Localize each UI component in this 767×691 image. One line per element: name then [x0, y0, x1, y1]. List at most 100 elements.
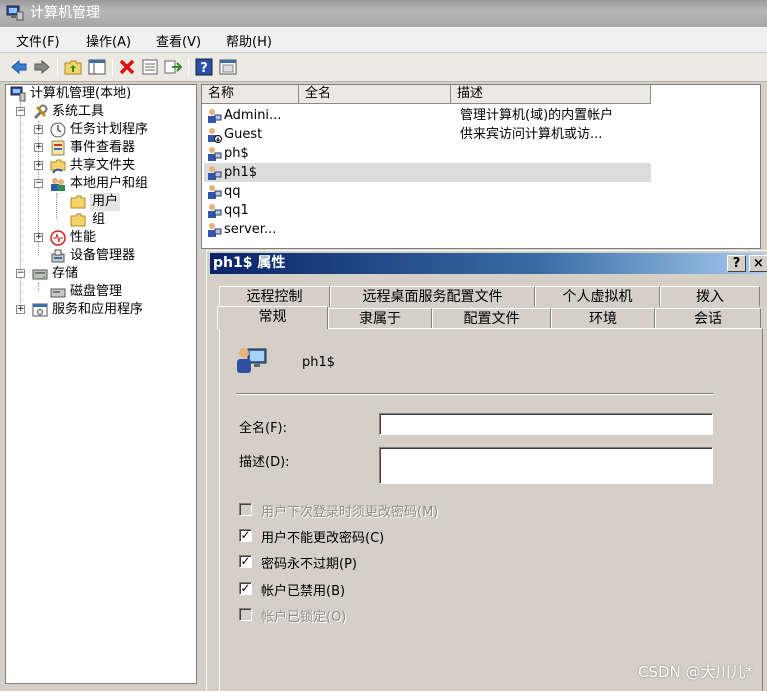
- user-icon: [208, 166, 222, 180]
- computer-management-icon: [6, 5, 24, 21]
- tree-item-event-viewer[interactable]: + 事件查看器: [8, 139, 188, 157]
- properties-icon[interactable]: [141, 58, 159, 76]
- list-item[interactable]: Admini... 管理计算机(域)的内置帐户: [204, 106, 651, 125]
- checkbox[interactable]: [239, 503, 252, 516]
- collapse-toggle[interactable]: −: [16, 107, 25, 116]
- checkbox[interactable]: ✓: [239, 529, 252, 542]
- tab-general[interactable]: 常规: [217, 306, 328, 329]
- tree-label-performance: 性能: [70, 230, 97, 245]
- username-label: ph1$: [302, 355, 336, 370]
- tree-item-groups[interactable]: 组: [8, 211, 188, 229]
- export-icon[interactable]: [164, 58, 182, 76]
- list-item[interactable]: server...: [204, 220, 651, 239]
- help-button[interactable]: ?: [727, 255, 746, 272]
- tree-item-task-scheduler[interactable]: + 任务计划程序: [8, 121, 188, 139]
- expand-toggle[interactable]: +: [34, 143, 43, 152]
- tree-item-services-apps[interactable]: + 服务和应用程序: [8, 301, 188, 319]
- close-button[interactable]: ×: [749, 255, 767, 272]
- tab-panel-general: ph1$ 全名(F): 描述(D): 用户下次登录时须更改密码(M) ✓ 用户不…: [219, 328, 763, 691]
- tab-personal-vm[interactable]: 个人虚拟机: [535, 286, 660, 307]
- list-item[interactable]: qq: [204, 182, 651, 201]
- checkbox-account-disabled[interactable]: ✓ 帐户已禁用(B): [239, 580, 659, 599]
- clock-icon: [50, 122, 66, 138]
- collapse-toggle[interactable]: −: [34, 179, 43, 188]
- checkbox[interactable]: [239, 608, 252, 621]
- menu-file[interactable]: 文件(F): [16, 31, 60, 50]
- list-item[interactable]: qq1: [204, 201, 651, 220]
- divider: [236, 393, 713, 395]
- checkbox-must-change-password[interactable]: 用户下次登录时须更改密码(M): [239, 501, 659, 520]
- checkbox-password-never-expires[interactable]: ✓ 密码永不过期(P): [239, 553, 659, 572]
- list-item[interactable]: ph$: [204, 144, 651, 163]
- collapse-toggle[interactable]: −: [16, 269, 25, 278]
- checkbox-account-locked[interactable]: 帐户已锁定(O): [239, 606, 659, 625]
- checkbox-label: 用户下次登录时须更改密码(M): [261, 505, 439, 520]
- tab-profile[interactable]: 配置文件: [432, 308, 551, 329]
- folder-icon: [70, 195, 86, 209]
- tree-item-storage[interactable]: − 存储: [8, 265, 188, 283]
- menu-action[interactable]: 操作(A): [86, 31, 131, 50]
- list-item-name: ph$: [224, 146, 249, 161]
- delete-icon[interactable]: [118, 58, 136, 76]
- list-item-name: Admini...: [224, 108, 282, 123]
- tree-label-device-manager: 设备管理器: [70, 248, 136, 263]
- show-hide-tree-icon[interactable]: [88, 58, 106, 76]
- list-item[interactable]: Guest 供来宾访问计算机或访...: [204, 125, 651, 144]
- menu-help[interactable]: 帮助(H): [226, 31, 272, 50]
- tree-label-users: 用户: [90, 193, 121, 211]
- back-icon[interactable]: [10, 58, 28, 76]
- toolbar: ?: [0, 53, 767, 82]
- tree-item-disk-management[interactable]: 磁盘管理: [8, 283, 188, 301]
- list-item-name: ph1$: [224, 165, 258, 180]
- tree-item-local-users-groups[interactable]: − 本地用户和组: [8, 175, 188, 193]
- menu-view[interactable]: 查看(V): [156, 31, 201, 50]
- help-icon[interactable]: ?: [195, 58, 213, 76]
- dialog-title: ph1$ 属性: [213, 255, 286, 271]
- tree-label-system-tools: 系统工具: [52, 104, 105, 119]
- tree-item-shared-folders[interactable]: + 共享文件夹: [8, 157, 188, 175]
- column-header-fullname[interactable]: 全名: [299, 85, 451, 104]
- column-header-description[interactable]: 描述: [451, 85, 651, 104]
- up-folder-icon[interactable]: [64, 58, 82, 76]
- tree-item-system-tools[interactable]: − 系统工具: [8, 103, 188, 121]
- list-item-name: qq: [224, 184, 241, 199]
- user-icon: [208, 223, 222, 237]
- expand-toggle[interactable]: +: [34, 161, 43, 170]
- expand-toggle[interactable]: +: [16, 305, 25, 314]
- user-icon: [237, 348, 267, 373]
- description-input[interactable]: [379, 447, 713, 484]
- user-icon: [208, 185, 222, 199]
- checkbox-label: 帐户已禁用(B): [261, 584, 346, 599]
- expand-toggle[interactable]: +: [34, 125, 43, 134]
- column-header-name[interactable]: 名称: [202, 85, 299, 104]
- dialog-title-bar[interactable]: ph1$ 属性 ? ×: [210, 253, 767, 274]
- checkbox-cannot-change-password[interactable]: ✓ 用户不能更改密码(C): [239, 527, 659, 546]
- performance-icon: [50, 230, 66, 246]
- tree-item-performance[interactable]: + 性能: [8, 229, 188, 247]
- tree-item-users[interactable]: 用户: [8, 193, 188, 211]
- tree-label-services-apps: 服务和应用程序: [52, 302, 144, 317]
- console-tree: 计算机管理(本地) − 系统工具 + 任务计划程序 + 事件查看器 + 共享文件…: [5, 84, 197, 684]
- list-item-selected[interactable]: ph1$: [204, 163, 651, 182]
- expand-toggle[interactable]: +: [34, 233, 43, 242]
- checkbox[interactable]: ✓: [239, 582, 252, 595]
- tab-member-of[interactable]: 隶属于: [328, 308, 432, 329]
- tree-label-disk-management: 磁盘管理: [70, 284, 123, 299]
- tree-label-task-scheduler: 任务计划程序: [70, 122, 149, 137]
- user-icon: [208, 109, 222, 123]
- fullname-input[interactable]: [379, 413, 713, 435]
- tab-remote-control[interactable]: 远程控制: [219, 286, 330, 307]
- tab-environment[interactable]: 环境: [551, 308, 655, 329]
- forward-icon[interactable]: [33, 58, 51, 76]
- checkbox[interactable]: ✓: [239, 555, 252, 568]
- tree-item-device-manager[interactable]: 设备管理器: [8, 247, 188, 265]
- tab-sessions[interactable]: 会话: [655, 308, 761, 329]
- shared-folder-icon: [50, 159, 66, 174]
- window-title-bar: 计算机管理: [0, 0, 767, 27]
- checkbox-label: 密码永不过期(P): [261, 557, 357, 572]
- disk-icon: [50, 288, 66, 298]
- storage-icon: [32, 269, 48, 280]
- tab-dial-in[interactable]: 拨入: [660, 286, 760, 307]
- view-icon[interactable]: [219, 58, 237, 76]
- tab-rds-profile[interactable]: 远程桌面服务配置文件: [330, 286, 535, 307]
